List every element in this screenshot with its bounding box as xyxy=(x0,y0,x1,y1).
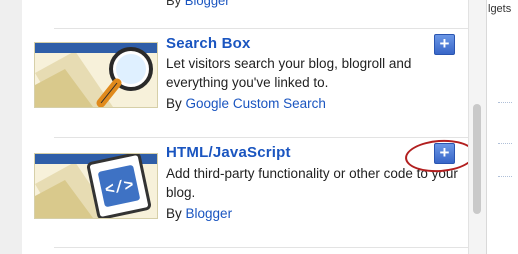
code-icon: </> xyxy=(35,154,157,218)
dotted-divider xyxy=(498,143,512,145)
right-panel-partial-text: lgets xyxy=(488,3,512,15)
widget-author-link[interactable]: Google Custom Search xyxy=(186,96,326,111)
widget-byline: By Google Custom Search xyxy=(166,96,326,111)
widget-author-link[interactable]: Blogger xyxy=(186,206,233,221)
background-page-panel xyxy=(486,0,518,254)
add-gadget-dialog: By Blogger Search Box Let visitors searc… xyxy=(22,0,469,254)
widget-title[interactable]: Search Box xyxy=(166,35,251,52)
search-box-thumbnail xyxy=(34,42,158,108)
previous-widget-author-link[interactable]: Blogger xyxy=(185,0,230,8)
widget-byline: By Blogger xyxy=(166,206,233,221)
widget-description: Let visitors search your blog, blogroll … xyxy=(166,56,412,90)
dotted-divider xyxy=(498,176,512,178)
dotted-divider xyxy=(498,102,512,104)
add-widget-button[interactable]: + xyxy=(434,34,455,55)
divider xyxy=(54,247,468,248)
magnifier-icon xyxy=(35,43,157,107)
scrollbar-thumb[interactable] xyxy=(473,104,481,214)
widget-description: Add third-party functionality or other c… xyxy=(166,166,458,200)
divider xyxy=(54,137,468,138)
divider xyxy=(54,28,468,29)
html-javascript-thumbnail: </> xyxy=(34,153,158,219)
widget-title[interactable]: HTML/JavaScript xyxy=(166,144,291,161)
previous-widget-byline: By Blogger xyxy=(166,0,230,8)
